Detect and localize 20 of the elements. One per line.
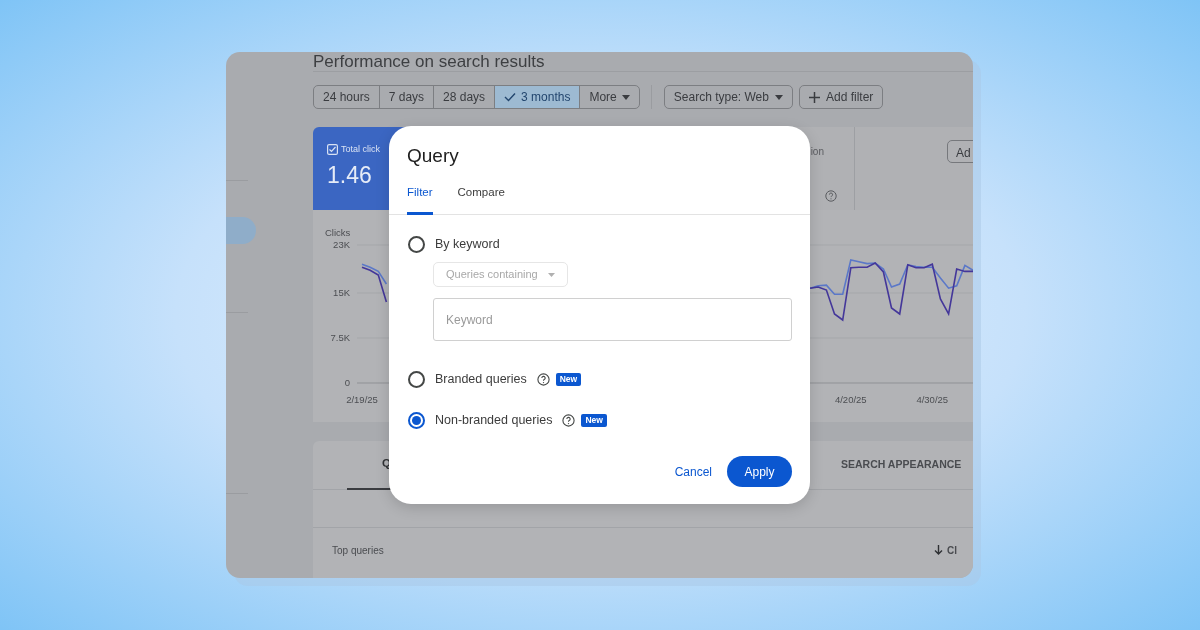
y-axis-label: 23K [333,239,350,250]
metric-value: 1.46 [327,160,372,189]
table-title: Top queries [332,543,384,558]
dialog-title: Query [406,144,460,166]
new-badge: New [581,413,607,427]
option-label: By keyword [435,236,500,254]
x-axis-label: 2/19/25 [346,394,378,405]
column-header: Cl [947,543,957,558]
axis-title: Clicks [325,227,351,238]
option-label: Non-branded queries [435,411,553,429]
y-axis-label: 7.5K [330,332,350,343]
y-axis-label: 15K [333,287,350,298]
x-axis-label: 4/20/25 [834,394,867,405]
new-badge: New [555,372,582,386]
x-axis-label: 4/30/25 [916,394,949,405]
y-axis-label: 0 [344,377,350,388]
page-title: Performance on search results [313,52,973,72]
metric-label: ion [810,145,824,159]
metric-label: Total click [341,143,380,156]
option-label: Branded queries [435,371,527,388]
